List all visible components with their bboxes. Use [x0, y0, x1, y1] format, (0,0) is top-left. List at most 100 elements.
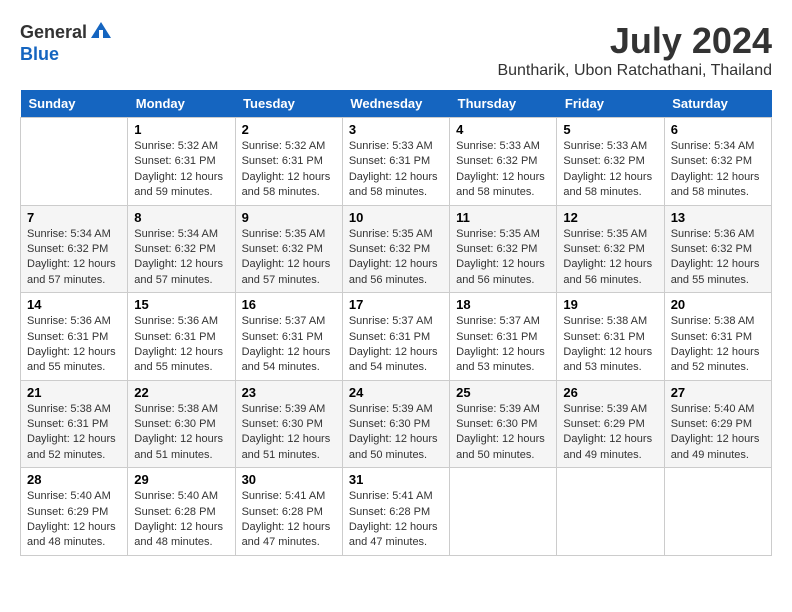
cell-info: Sunrise: 5:36 AM Sunset: 6:31 PM Dayligh…	[27, 314, 121, 376]
table-row: 12 Sunrise: 5:35 AM Sunset: 6:32 PM Dayl…	[557, 205, 664, 293]
table-row: 21 Sunrise: 5:38 AM Sunset: 6:31 PM Dayl…	[21, 380, 128, 468]
calendar-week-row: 14 Sunrise: 5:36 AM Sunset: 6:31 PM Dayl…	[21, 293, 772, 381]
day-number: 17	[349, 297, 443, 312]
table-row: 20 Sunrise: 5:38 AM Sunset: 6:31 PM Dayl…	[664, 293, 771, 381]
sunset-text: Sunset: 6:29 PM	[563, 418, 644, 430]
cell-info: Sunrise: 5:38 AM Sunset: 6:30 PM Dayligh…	[134, 402, 228, 464]
sunrise-text: Sunrise: 5:34 AM	[134, 228, 218, 240]
sunset-text: Sunset: 6:32 PM	[134, 243, 215, 255]
sunrise-text: Sunrise: 5:38 AM	[134, 403, 218, 415]
cell-info: Sunrise: 5:35 AM Sunset: 6:32 PM Dayligh…	[563, 227, 657, 289]
day-number: 20	[671, 297, 765, 312]
sunrise-text: Sunrise: 5:36 AM	[27, 315, 111, 327]
daylight-text: Daylight: 12 hours and 47 minutes.	[242, 521, 331, 548]
cell-info: Sunrise: 5:36 AM Sunset: 6:32 PM Dayligh…	[671, 227, 765, 289]
table-row: 4 Sunrise: 5:33 AM Sunset: 6:32 PM Dayli…	[450, 118, 557, 206]
calendar-week-row: 1 Sunrise: 5:32 AM Sunset: 6:31 PM Dayli…	[21, 118, 772, 206]
sunset-text: Sunset: 6:32 PM	[242, 243, 323, 255]
table-row: 28 Sunrise: 5:40 AM Sunset: 6:29 PM Dayl…	[21, 468, 128, 556]
daylight-text: Daylight: 12 hours and 48 minutes.	[27, 521, 116, 548]
table-row: 1 Sunrise: 5:32 AM Sunset: 6:31 PM Dayli…	[128, 118, 235, 206]
sunrise-text: Sunrise: 5:38 AM	[27, 403, 111, 415]
cell-info: Sunrise: 5:38 AM Sunset: 6:31 PM Dayligh…	[563, 314, 657, 376]
cell-info: Sunrise: 5:39 AM Sunset: 6:30 PM Dayligh…	[349, 402, 443, 464]
day-number: 29	[134, 472, 228, 487]
cell-info: Sunrise: 5:37 AM Sunset: 6:31 PM Dayligh…	[349, 314, 443, 376]
header-thursday: Thursday	[450, 90, 557, 118]
day-number: 11	[456, 210, 550, 225]
table-row: 15 Sunrise: 5:36 AM Sunset: 6:31 PM Dayl…	[128, 293, 235, 381]
sunrise-text: Sunrise: 5:37 AM	[349, 315, 433, 327]
day-number: 7	[27, 210, 121, 225]
header-monday: Monday	[128, 90, 235, 118]
day-number: 12	[563, 210, 657, 225]
logo-icon	[89, 20, 113, 44]
day-number: 27	[671, 385, 765, 400]
header-saturday: Saturday	[664, 90, 771, 118]
title-area: July 2024 Buntharik, Ubon Ratchathani, T…	[497, 20, 772, 80]
daylight-text: Daylight: 12 hours and 50 minutes.	[456, 433, 545, 460]
table-row: 10 Sunrise: 5:35 AM Sunset: 6:32 PM Dayl…	[342, 205, 449, 293]
sunset-text: Sunset: 6:30 PM	[134, 418, 215, 430]
cell-info: Sunrise: 5:34 AM Sunset: 6:32 PM Dayligh…	[134, 227, 228, 289]
sunset-text: Sunset: 6:31 PM	[671, 331, 752, 343]
sunrise-text: Sunrise: 5:33 AM	[349, 140, 433, 152]
day-number: 6	[671, 122, 765, 137]
daylight-text: Daylight: 12 hours and 50 minutes.	[349, 433, 438, 460]
daylight-text: Daylight: 12 hours and 58 minutes.	[671, 171, 760, 198]
sunrise-text: Sunrise: 5:41 AM	[349, 490, 433, 502]
table-row: 25 Sunrise: 5:39 AM Sunset: 6:30 PM Dayl…	[450, 380, 557, 468]
day-number: 19	[563, 297, 657, 312]
daylight-text: Daylight: 12 hours and 53 minutes.	[456, 346, 545, 373]
cell-info: Sunrise: 5:40 AM Sunset: 6:28 PM Dayligh…	[134, 489, 228, 551]
day-number: 30	[242, 472, 336, 487]
daylight-text: Daylight: 12 hours and 58 minutes.	[349, 171, 438, 198]
sunset-text: Sunset: 6:32 PM	[27, 243, 108, 255]
sunrise-text: Sunrise: 5:35 AM	[563, 228, 647, 240]
table-row: 26 Sunrise: 5:39 AM Sunset: 6:29 PM Dayl…	[557, 380, 664, 468]
daylight-text: Daylight: 12 hours and 51 minutes.	[134, 433, 223, 460]
sunset-text: Sunset: 6:31 PM	[242, 155, 323, 167]
table-row: 24 Sunrise: 5:39 AM Sunset: 6:30 PM Dayl…	[342, 380, 449, 468]
daylight-text: Daylight: 12 hours and 53 minutes.	[563, 346, 652, 373]
daylight-text: Daylight: 12 hours and 51 minutes.	[242, 433, 331, 460]
table-row: 31 Sunrise: 5:41 AM Sunset: 6:28 PM Dayl…	[342, 468, 449, 556]
table-row	[664, 468, 771, 556]
sunset-text: Sunset: 6:29 PM	[27, 506, 108, 518]
sunset-text: Sunset: 6:31 PM	[349, 155, 430, 167]
table-row: 5 Sunrise: 5:33 AM Sunset: 6:32 PM Dayli…	[557, 118, 664, 206]
sunset-text: Sunset: 6:31 PM	[456, 331, 537, 343]
sunrise-text: Sunrise: 5:39 AM	[349, 403, 433, 415]
cell-info: Sunrise: 5:37 AM Sunset: 6:31 PM Dayligh…	[242, 314, 336, 376]
sunset-text: Sunset: 6:31 PM	[134, 155, 215, 167]
sunset-text: Sunset: 6:31 PM	[242, 331, 323, 343]
daylight-text: Daylight: 12 hours and 47 minutes.	[349, 521, 438, 548]
sunrise-text: Sunrise: 5:39 AM	[456, 403, 540, 415]
table-row: 22 Sunrise: 5:38 AM Sunset: 6:30 PM Dayl…	[128, 380, 235, 468]
sunrise-text: Sunrise: 5:35 AM	[349, 228, 433, 240]
day-number: 1	[134, 122, 228, 137]
cell-info: Sunrise: 5:37 AM Sunset: 6:31 PM Dayligh…	[456, 314, 550, 376]
cell-info: Sunrise: 5:35 AM Sunset: 6:32 PM Dayligh…	[349, 227, 443, 289]
table-row: 30 Sunrise: 5:41 AM Sunset: 6:28 PM Dayl…	[235, 468, 342, 556]
location: Buntharik, Ubon Ratchathani, Thailand	[497, 62, 772, 80]
sunrise-text: Sunrise: 5:40 AM	[27, 490, 111, 502]
sunset-text: Sunset: 6:32 PM	[563, 243, 644, 255]
daylight-text: Daylight: 12 hours and 58 minutes.	[456, 171, 545, 198]
cell-info: Sunrise: 5:38 AM Sunset: 6:31 PM Dayligh…	[27, 402, 121, 464]
cell-info: Sunrise: 5:33 AM Sunset: 6:32 PM Dayligh…	[563, 139, 657, 201]
daylight-text: Daylight: 12 hours and 54 minutes.	[242, 346, 331, 373]
daylight-text: Daylight: 12 hours and 56 minutes.	[349, 258, 438, 285]
sunrise-text: Sunrise: 5:32 AM	[242, 140, 326, 152]
header-tuesday: Tuesday	[235, 90, 342, 118]
sunrise-text: Sunrise: 5:32 AM	[134, 140, 218, 152]
cell-info: Sunrise: 5:34 AM Sunset: 6:32 PM Dayligh…	[671, 139, 765, 201]
day-number: 13	[671, 210, 765, 225]
day-number: 8	[134, 210, 228, 225]
day-number: 2	[242, 122, 336, 137]
cell-info: Sunrise: 5:35 AM Sunset: 6:32 PM Dayligh…	[456, 227, 550, 289]
header-wednesday: Wednesday	[342, 90, 449, 118]
cell-info: Sunrise: 5:35 AM Sunset: 6:32 PM Dayligh…	[242, 227, 336, 289]
cell-info: Sunrise: 5:36 AM Sunset: 6:31 PM Dayligh…	[134, 314, 228, 376]
cell-info: Sunrise: 5:32 AM Sunset: 6:31 PM Dayligh…	[134, 139, 228, 201]
